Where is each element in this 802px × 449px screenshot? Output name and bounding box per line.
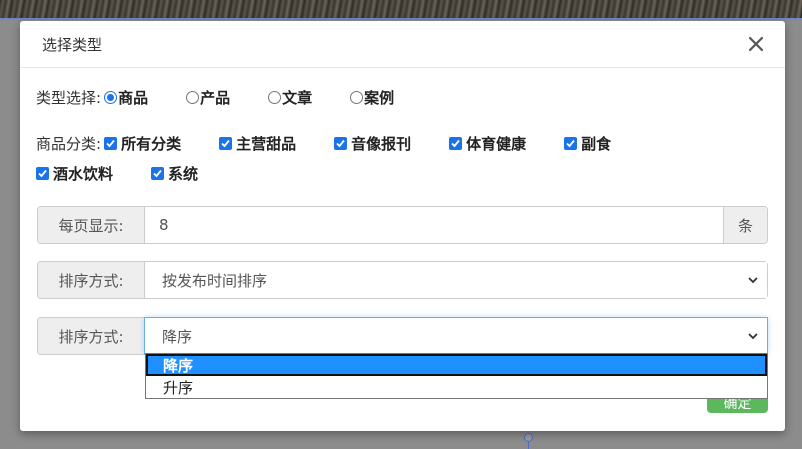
checkbox-label: 副食 — [581, 135, 612, 153]
dropdown-option-descending[interactable]: 降序 — [146, 354, 767, 376]
close-icon[interactable] — [747, 35, 765, 53]
radio-article[interactable]: 文章 — [268, 87, 312, 108]
category-label: 商品分类: — [36, 135, 102, 153]
checkbox-system[interactable]: 系统 — [151, 163, 198, 184]
checkbox-checked-icon[interactable] — [564, 137, 578, 150]
checkbox-all-categories[interactable]: 所有分类 — [104, 133, 181, 154]
modal-title: 选择类型 — [42, 35, 103, 54]
sort-order-label: 排序方式: — [38, 318, 145, 354]
checkbox-checked-icon[interactable] — [334, 137, 348, 150]
sort-field-label: 排序方式: — [38, 262, 145, 298]
checkbox-label: 主营甜品 — [236, 135, 297, 153]
checkbox-sports[interactable]: 体育健康 — [449, 133, 526, 154]
checkbox-checked-icon[interactable] — [36, 167, 49, 180]
checkbox-label: 所有分类 — [121, 135, 182, 153]
chevron-down-icon — [748, 333, 758, 340]
checkbox-label: 音像报刊 — [351, 135, 412, 153]
radio-button[interactable] — [268, 91, 282, 104]
category-row-2: 酒水饮料 系统 — [36, 163, 198, 184]
radio-label: 商品 — [118, 89, 149, 107]
per-page-input[interactable]: 8 — [145, 207, 723, 243]
background-image — [0, 0, 802, 18]
checkbox-media[interactable]: 音像报刊 — [334, 133, 411, 154]
dropdown-option-ascending[interactable]: 升序 — [146, 376, 767, 398]
checkbox-label: 酒水饮料 — [53, 165, 114, 183]
radio-button[interactable] — [186, 91, 200, 104]
sort-field-select[interactable]: 按发布时间排序 — [145, 262, 767, 298]
checkbox-checked-icon[interactable] — [219, 137, 233, 150]
radio-product-goods[interactable]: 商品 — [104, 87, 148, 108]
per-page-label: 每页显示: — [38, 207, 145, 243]
background-handle-icon — [524, 433, 533, 442]
sort-order-value: 降序 — [162, 327, 193, 346]
per-page-group: 每页显示: 8 条 — [37, 206, 768, 244]
sort-field-group: 排序方式: 按发布时间排序 — [37, 261, 768, 299]
chevron-down-icon — [748, 277, 758, 284]
sort-order-group: 排序方式: 降序 — [37, 317, 768, 355]
checkbox-checked-icon[interactable] — [151, 167, 165, 180]
radio-label: 产品 — [200, 89, 231, 107]
checkbox-checked-icon[interactable] — [449, 137, 463, 150]
sort-field-value: 按发布时间排序 — [162, 271, 268, 290]
checkbox-beverages[interactable]: 酒水饮料 — [36, 163, 113, 184]
radio-button[interactable] — [350, 91, 364, 104]
radio-product[interactable]: 产品 — [186, 87, 230, 108]
modal-header: 选择类型 — [20, 21, 785, 68]
sort-order-select[interactable]: 降序 — [144, 317, 768, 355]
checkbox-groceries[interactable]: 副食 — [564, 133, 611, 154]
sort-order-dropdown: 降序 升序 — [145, 353, 768, 399]
checkbox-label: 系统 — [168, 165, 199, 183]
per-page-suffix: 条 — [723, 207, 767, 243]
checkbox-desserts[interactable]: 主营甜品 — [219, 133, 296, 154]
type-select-row: 类型选择: 商品 产品 文章 案例 — [36, 87, 394, 108]
radio-label: 文章 — [282, 89, 313, 107]
radio-label: 案例 — [364, 89, 395, 107]
checkbox-label: 体育健康 — [466, 135, 527, 153]
category-row: 商品分类: 所有分类 主营甜品 音像报刊 体育健康 副食 — [36, 133, 611, 154]
radio-case[interactable]: 案例 — [350, 87, 394, 108]
checkbox-checked-icon[interactable] — [104, 137, 118, 150]
radio-button[interactable] — [104, 91, 118, 104]
background-handle-line — [528, 442, 529, 449]
type-select-label: 类型选择: — [36, 89, 102, 107]
